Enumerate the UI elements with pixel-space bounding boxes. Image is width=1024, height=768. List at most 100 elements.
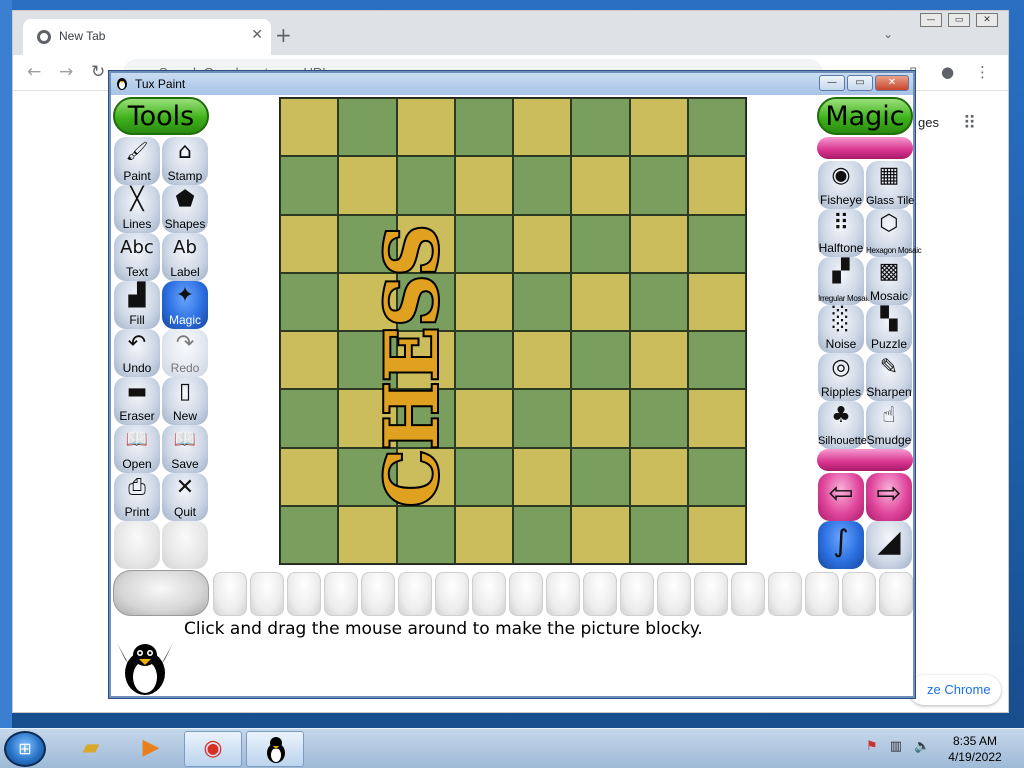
close-window-icon[interactable]: ✕ <box>976 13 998 27</box>
color-swatch[interactable] <box>361 572 395 616</box>
color-swatch[interactable] <box>768 572 802 616</box>
printer-icon: ⎙ <box>128 475 146 500</box>
irregular-mosaic-icon: ▞ <box>832 259 850 284</box>
drawing-canvas[interactable]: CHESS <box>279 97 747 567</box>
magic-label: Ripples <box>820 385 862 399</box>
color-swatch[interactable] <box>694 572 728 616</box>
magic-sharpen-button[interactable]: ✎ Sharpen <box>866 353 912 401</box>
color-swatch[interactable] <box>509 572 543 616</box>
tuxpaint-titlebar[interactable]: Tux Paint — ▭ ✕ <box>111 73 913 95</box>
taskbar-media-player[interactable]: ▶ <box>122 731 180 767</box>
color-swatch[interactable] <box>398 572 432 616</box>
color-swatch[interactable] <box>879 572 913 616</box>
arrow-left-button[interactable]: ⇦ <box>818 473 864 521</box>
magic-hexagon-mosaic-button[interactable]: ⬡ Hexagon Mosaic <box>866 209 922 257</box>
color-swatch[interactable] <box>731 572 765 616</box>
tool-print-button[interactable]: ⎙ Print <box>114 473 160 521</box>
board-square <box>629 98 688 157</box>
apps-grid-icon[interactable]: ⠿ <box>963 113 976 134</box>
images-link[interactable]: ges <box>918 115 939 130</box>
tool-fill-button[interactable]: ▟ Fill <box>114 281 160 329</box>
chrome-tab-new-tab[interactable]: New Tab ✕ <box>23 19 271 55</box>
color-swatch[interactable] <box>324 572 358 616</box>
text-icon: Abc <box>120 237 154 258</box>
magic-irregular-mosaic-button[interactable]: ▞ Irregular Mosaic <box>818 257 871 305</box>
tab-search-chevron-icon[interactable]: ⌄ <box>883 27 893 41</box>
magic-noise-button[interactable]: ░ Noise <box>818 305 864 353</box>
magic-fisheye-button[interactable]: ◉ Fisheye <box>818 161 864 209</box>
tool-magic-button[interactable]: ✦ Magic <box>162 281 208 329</box>
tool-stamp-button[interactable]: ⌂ Stamp <box>162 137 208 185</box>
tool-redo-button[interactable]: ↷ Redo <box>162 329 208 377</box>
magic-scroll-up-button[interactable] <box>817 137 913 159</box>
color-swatch[interactable] <box>583 572 617 616</box>
clock-date: 4/19/2022 <box>948 750 1002 764</box>
forward-arrow-icon[interactable]: → <box>59 62 73 82</box>
board-square <box>629 389 688 448</box>
color-swatch[interactable] <box>472 572 506 616</box>
customize-chrome-button[interactable]: ze Chrome <box>909 675 1001 705</box>
minimize-icon[interactable]: — <box>920 13 942 27</box>
taskbar-tuxpaint[interactable] <box>246 731 304 767</box>
tux-maximize-icon[interactable]: ▭ <box>847 75 873 91</box>
clock[interactable]: 8:35 AM 4/19/2022 <box>940 733 1010 765</box>
paint-mode-icon: ∫ <box>833 524 849 559</box>
tool-save-button[interactable]: 📖 Save <box>162 425 208 473</box>
magic-ripples-button[interactable]: ◎ Ripples <box>818 353 864 401</box>
magic-smudge-button[interactable]: ☝ Smudge <box>866 401 912 449</box>
color-swatch[interactable] <box>657 572 691 616</box>
fullscreen-mode-button[interactable]: ◢ <box>866 521 912 569</box>
chrome-favicon-icon <box>37 30 51 44</box>
noise-icon: ░ <box>832 307 850 332</box>
close-tab-icon[interactable]: ✕ <box>251 27 263 43</box>
magic-glass-tile-button[interactable]: ▦ Glass Tile <box>866 161 914 209</box>
tool-label-button[interactable]: Ab Label <box>162 233 208 281</box>
tool-undo-button[interactable]: ↶ Undo <box>114 329 160 377</box>
tool-lines-button[interactable]: ╳ Lines <box>114 185 160 233</box>
magic-puzzle-button[interactable]: ▚ Puzzle <box>866 305 912 353</box>
color-swatch[interactable] <box>546 572 580 616</box>
tool-paint-button[interactable]: 🖌 Paint <box>114 137 160 185</box>
magic-scroll-down-button[interactable] <box>817 449 913 471</box>
glass-tile-icon: ▦ <box>878 163 900 188</box>
color-swatch[interactable] <box>842 572 876 616</box>
flag-icon[interactable]: ⚑ <box>866 739 878 754</box>
tool-new-button[interactable]: ▯ New <box>162 377 208 425</box>
tool-eraser-button[interactable]: ▬ Eraser <box>114 377 160 425</box>
board-square <box>454 214 513 273</box>
taskbar-chrome[interactable]: ◉ <box>184 731 242 767</box>
profile-icon[interactable]: ● <box>941 63 954 81</box>
tool-open-button[interactable]: 📖 Open <box>114 425 160 473</box>
chrome-menu-icon[interactable]: ⋮ <box>975 63 990 81</box>
network-icon[interactable]: ▥ <box>890 739 902 754</box>
arrow-right-button[interactable]: ⇨ <box>866 473 912 521</box>
tool-text-button[interactable]: Abc Text <box>114 233 160 281</box>
color-swatch[interactable] <box>287 572 321 616</box>
color-swatch[interactable] <box>250 572 284 616</box>
color-swatch[interactable] <box>435 572 469 616</box>
tool-quit-button[interactable]: ✕ Quit <box>162 473 208 521</box>
start-button[interactable]: ⊞ <box>4 731 46 767</box>
taskbar-explorer[interactable]: ▰ <box>62 731 120 767</box>
taskbar: ⊞ ▰ ▶ ◉ ⚑ ▥ 🔈 8:35 AM 4/19/2022 <box>0 728 1024 768</box>
color-swatch[interactable] <box>620 572 654 616</box>
magic-silhouette-button[interactable]: ♣ Silhouette <box>818 401 867 449</box>
tux-close-icon[interactable]: ✕ <box>875 75 909 91</box>
paint-mode-button[interactable]: ∫ <box>818 521 864 569</box>
reload-icon[interactable]: ↻ <box>91 62 105 82</box>
board-square <box>629 331 688 390</box>
tux-minimize-icon[interactable]: — <box>819 75 845 91</box>
undo-icon: ↶ <box>127 331 147 356</box>
volume-icon[interactable]: 🔈 <box>914 739 930 754</box>
magic-halftone-button[interactable]: ⠿ Halftone <box>818 209 864 257</box>
tool-shapes-button[interactable]: ⬟ Shapes <box>162 185 208 233</box>
magic-mosaic-button[interactable]: ▩ Mosaic <box>866 257 912 305</box>
color-swatch[interactable] <box>213 572 247 616</box>
back-arrow-icon[interactable]: ← <box>27 62 41 82</box>
board-square <box>513 98 572 157</box>
new-tab-plus-icon[interactable]: + <box>275 25 292 45</box>
color-swatch[interactable] <box>805 572 839 616</box>
magic-label: Halftone <box>818 241 864 255</box>
tool-label: Shapes <box>164 217 206 231</box>
maximize-icon[interactable]: ▭ <box>948 13 970 27</box>
